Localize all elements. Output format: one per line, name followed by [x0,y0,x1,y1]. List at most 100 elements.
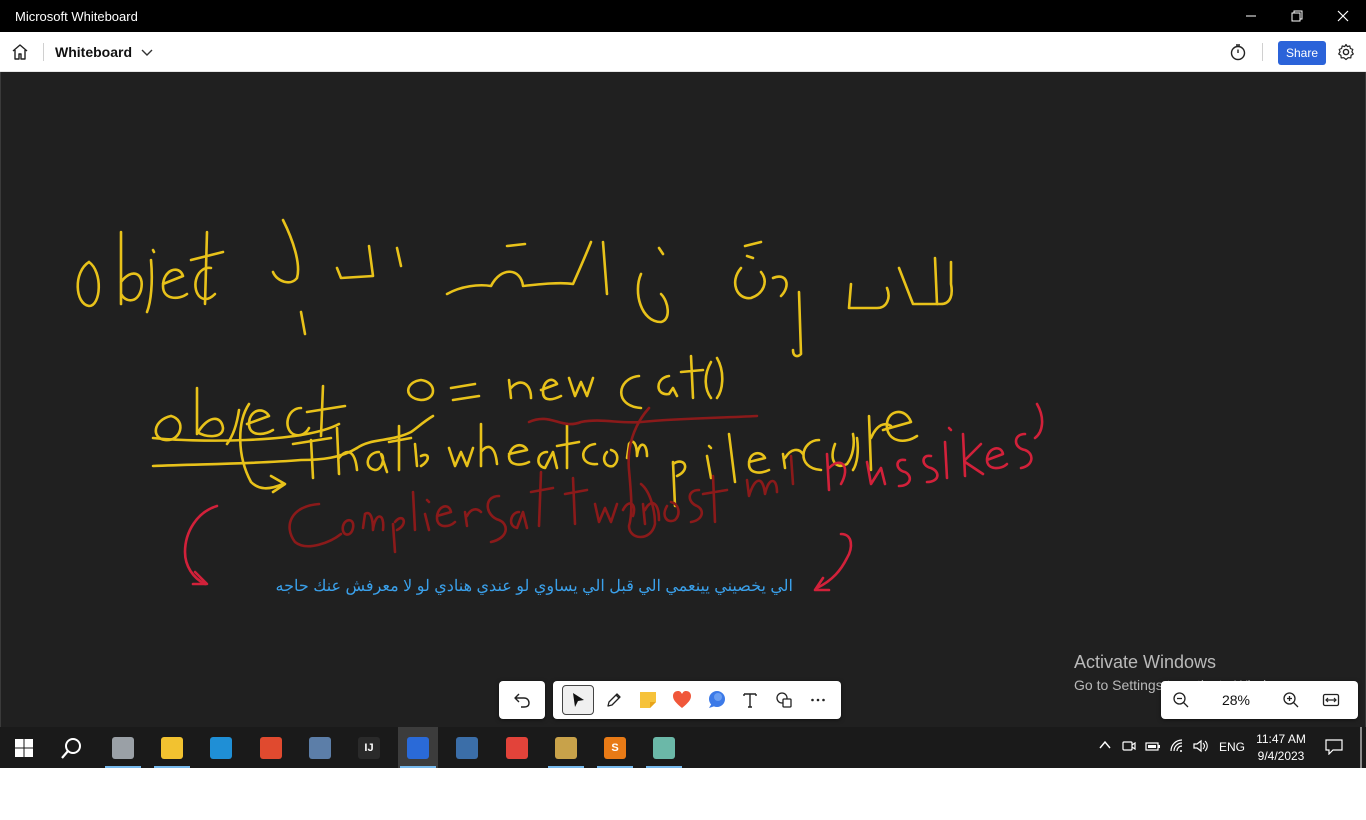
home-icon [12,44,28,60]
clock-app-taskbar-button[interactable] [103,727,143,768]
ink-stroke [922,426,953,484]
zoom-out-button[interactable] [1169,688,1193,712]
camera-tray-button[interactable] [1122,739,1136,756]
intellij-taskbar-button[interactable]: IJ [349,727,389,768]
ink-stroke [727,432,737,484]
ink-stroke [366,450,389,474]
whiteboard-canvas[interactable]: الي يخصيني يينعمي الي قبل الي يساوي لو ع… [0,72,1366,727]
calculator-taskbar-button[interactable] [300,727,340,768]
zoom-level[interactable]: 28% [1211,692,1261,708]
comment-button[interactable] [699,684,733,716]
ink-stroke [747,451,771,474]
ink-dark-red [288,406,795,554]
pen-tool-button[interactable] [597,684,631,716]
board-name[interactable]: Whiteboard [55,44,132,60]
ink-stroke [529,470,555,528]
paint-taskbar-button[interactable] [546,727,586,768]
restore-button[interactable] [1274,0,1320,32]
app-cube-taskbar-button[interactable] [644,727,684,768]
whiteboard-app-taskbar-button[interactable] [398,727,438,768]
ink-stroke [679,354,705,400]
ink-stroke [183,504,219,586]
ink-stroke [341,511,385,536]
sublime-text-icon: S [604,736,626,759]
ink-stroke [391,490,431,554]
ink-stroke [445,240,593,296]
show-hidden-icons-button[interactable] [1098,738,1112,755]
undo-group [499,681,545,719]
home-button[interactable] [8,40,32,64]
text-tool-button[interactable] [733,684,767,716]
search-button[interactable] [52,727,92,768]
network-tray-button[interactable] [1170,739,1186,756]
sticky-note-button[interactable] [631,684,665,716]
edge-taskbar-button[interactable] [201,727,241,768]
wifi-icon [1170,739,1183,752]
ink-stroke [299,310,307,336]
minimize-icon [1246,15,1256,17]
ink-stroke [406,378,435,402]
undo-button[interactable] [505,684,539,716]
ink-stroke [705,444,713,480]
close-icon [1337,10,1349,22]
ink-stroke [563,476,636,526]
select-arrow-icon [573,693,584,707]
calculator-icon [309,736,331,759]
ink-stroke [636,272,670,324]
board-menu-button[interactable] [135,40,159,64]
volume-tray-button[interactable] [1193,739,1209,756]
ink-yellow [76,218,953,508]
chrome-taskbar-button[interactable] [497,727,537,768]
ink-stroke [601,240,609,296]
reaction-heart-icon [673,691,691,708]
ink-stroke [657,246,665,256]
sublime-text-taskbar-button[interactable]: S [595,727,635,768]
ink-stroke [225,408,241,446]
undo-icon [514,693,530,708]
arabic-text-note[interactable]: الي يخصيني يينعمي الي قبل الي يساوي لو ع… [211,576,793,596]
ink-stroke [447,422,499,468]
minimize-button[interactable] [1228,0,1274,32]
zoom-out-icon [1173,692,1189,708]
system-clock[interactable]: 11:47 AM 9/4/2023 [1250,731,1312,765]
share-button[interactable]: Share [1278,41,1326,65]
speaker-icon [1193,739,1208,753]
ink-stroke [961,432,985,478]
office-app-taskbar-button[interactable] [251,727,291,768]
camera-icon [1122,741,1136,751]
restore-icon [1291,10,1303,22]
ink-stroke [395,246,403,268]
file-explorer-taskbar-button[interactable] [152,727,192,768]
windows-logo-icon [15,738,33,757]
chevron-down-icon [141,49,153,56]
clock-time: 11:47 AM [1256,732,1306,746]
battery-tray-button[interactable] [1145,739,1161,756]
select-tool-button[interactable] [562,685,594,715]
more-tools-button[interactable] [801,684,835,716]
ink-stroke [435,505,483,528]
window-title: Microsoft Whiteboard [15,9,138,24]
app-bar: Whiteboard Share [0,32,1366,72]
virtualbox-taskbar-button[interactable] [447,727,487,768]
ink-stroke [627,406,657,539]
language-indicator[interactable]: ENG [1219,740,1245,754]
ink-stroke [688,474,729,524]
start-button[interactable] [4,727,44,768]
settings-button[interactable] [1334,40,1358,64]
app-cube-icon [653,736,675,759]
reactions-button[interactable] [665,684,699,716]
show-desktop-button[interactable] [1360,727,1362,768]
fit-to-screen-button[interactable] [1319,688,1343,712]
close-button[interactable] [1320,0,1366,32]
comment-bubble-icon [709,691,725,708]
ink-stroke [985,447,1009,470]
whiteboard-app-icon [407,736,429,759]
action-center-button[interactable] [1325,739,1343,758]
ink-stroke [151,422,359,468]
timer-button[interactable] [1226,40,1250,64]
shapes-tool-button[interactable] [767,684,801,716]
title-bar: Microsoft Whiteboard [0,0,1366,32]
ink-stroke [620,374,643,410]
zoom-in-button[interactable] [1279,688,1303,712]
battery-icon [1145,742,1160,751]
